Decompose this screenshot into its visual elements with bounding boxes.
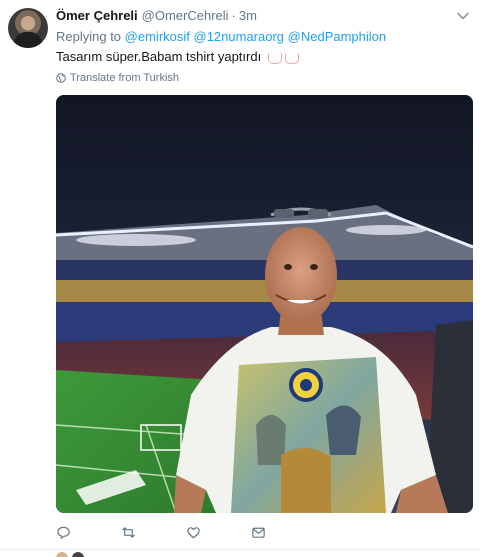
like-button[interactable] bbox=[186, 523, 251, 541]
avatar[interactable] bbox=[56, 552, 68, 557]
mention-nedpamphilon[interactable]: @NedPamphilon bbox=[288, 29, 386, 44]
message-icon bbox=[252, 527, 265, 538]
retweet-icon bbox=[122, 526, 135, 538]
reply-icon bbox=[57, 526, 70, 539]
tweet: Ömer Çehreli @OmerCehreli · 3m Replying … bbox=[0, 0, 480, 557]
avatar[interactable] bbox=[72, 552, 84, 557]
like-icon bbox=[187, 526, 200, 538]
retweet-button[interactable] bbox=[121, 523, 186, 541]
globe-icon bbox=[56, 73, 66, 83]
avatar[interactable] bbox=[8, 8, 48, 48]
replying-to-label: Replying to bbox=[56, 29, 122, 44]
tweet-text: Tasarım süper.Babam tshirt yaptırdı bbox=[56, 49, 300, 64]
separator: · bbox=[231, 8, 236, 23]
divider bbox=[0, 549, 480, 550]
author-name[interactable]: Ömer Çehreli bbox=[56, 8, 138, 23]
stadium-photo bbox=[56, 95, 473, 513]
mention-12numaraorg[interactable]: @12numaraorg bbox=[194, 29, 285, 44]
tweet-header: Ömer Çehreli @OmerCehreli · 3m bbox=[56, 8, 257, 26]
translate-link[interactable]: Translate from Turkish bbox=[56, 72, 179, 84]
next-tweet-avatars bbox=[56, 552, 88, 557]
tweet-actions bbox=[56, 523, 316, 543]
timestamp[interactable]: 3m bbox=[239, 8, 257, 23]
mention-emirkosif[interactable]: @emirkosif bbox=[125, 29, 190, 44]
tweet-photo[interactable] bbox=[56, 95, 473, 513]
reply-button[interactable] bbox=[56, 523, 121, 541]
chevron-down-icon[interactable] bbox=[456, 9, 470, 23]
author-handle[interactable]: @OmerCehreli bbox=[142, 8, 229, 23]
translate-label: Translate from Turkish bbox=[70, 72, 180, 84]
replying-to: Replying to @emirkosif @12numaraorg @Ned… bbox=[56, 29, 386, 44]
direct-message-button[interactable] bbox=[251, 523, 316, 541]
clapping-hands-emoji bbox=[267, 51, 283, 64]
tweet-body: Tasarım süper.Babam tshirt yaptırdı bbox=[56, 49, 262, 64]
clapping-hands-emoji bbox=[284, 51, 300, 64]
